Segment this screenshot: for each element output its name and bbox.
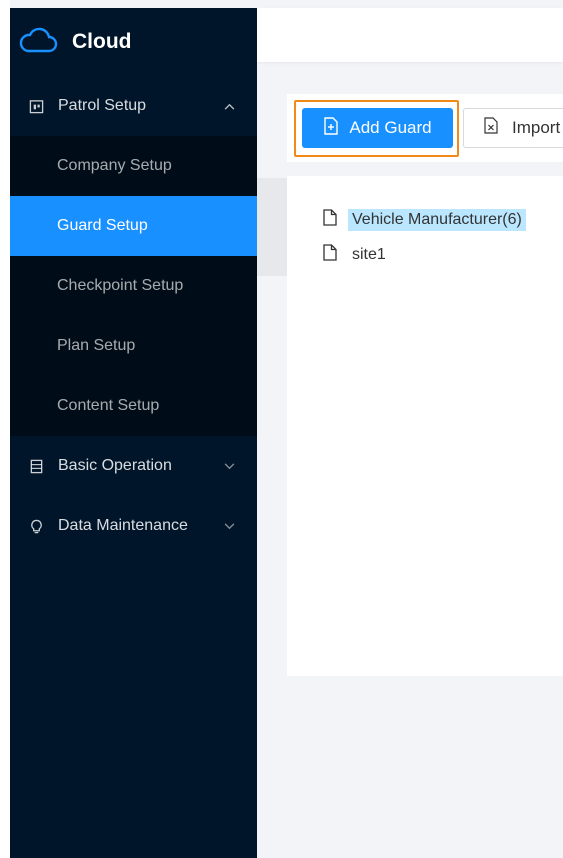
submenu-patrol-setup: Company Setup Guard Setup Checkpoint Set…	[10, 136, 257, 436]
menu-group-basic-operation: Basic Operation	[10, 436, 257, 496]
add-guard-button[interactable]: Add Guard	[302, 108, 453, 148]
menu-label: Basic Operation	[58, 457, 172, 474]
tree-node[interactable]: Vehicle Manufacturer(6)	[323, 209, 526, 231]
file-icon	[323, 209, 348, 231]
sidebar-item-label: Checkpoint Setup	[57, 277, 184, 294]
sidebar-item-content-setup[interactable]: Content Setup	[10, 376, 257, 436]
import-label: Import	[512, 118, 561, 137]
tree-node-label: Vehicle Manufacturer(6)	[348, 209, 526, 231]
menu-data-maintenance[interactable]: Data Maintenance	[10, 496, 257, 556]
excel-file-icon	[484, 117, 512, 139]
logo[interactable]: Cloud	[10, 8, 257, 76]
menu-label: Data Maintenance	[58, 517, 188, 534]
database-icon	[28, 458, 44, 474]
sidebar-item-company-setup[interactable]: Company Setup	[10, 136, 257, 196]
chevron-down-icon	[224, 519, 235, 533]
file-icon	[323, 244, 348, 266]
chevron-down-icon	[224, 459, 235, 473]
menu-group-data-maintenance: Data Maintenance	[10, 496, 257, 556]
calendar-icon	[28, 98, 44, 114]
bulb-icon	[28, 518, 44, 534]
left-margin	[0, 0, 10, 858]
add-guard-label: Add Guard	[349, 118, 432, 137]
tree-panel: Vehicle Manufacturer(6) site1	[287, 176, 563, 676]
cloud-icon	[18, 25, 58, 60]
menu-label: Patrol Setup	[58, 97, 147, 114]
sidebar-item-checkpoint-setup[interactable]: Checkpoint Setup	[10, 256, 257, 316]
menu-group-patrol-setup: Patrol Setup Company Setup Guard Setup C…	[10, 76, 257, 436]
sidebar: Cloud Patrol Setup Company Setup Guard S…	[10, 8, 257, 858]
top-header	[257, 8, 563, 62]
sidebar-item-plan-setup[interactable]: Plan Setup	[10, 316, 257, 376]
import-button[interactable]: Import	[463, 108, 563, 148]
add-file-icon	[323, 116, 349, 140]
tree-node[interactable]: site1	[323, 244, 390, 266]
sidebar-item-label: Plan Setup	[57, 337, 136, 354]
sidebar-item-guard-setup[interactable]: Guard Setup	[10, 196, 257, 256]
app-title: Cloud	[72, 30, 132, 53]
sidebar-item-label: Company Setup	[57, 157, 172, 174]
menu-patrol-setup[interactable]: Patrol Setup	[10, 76, 257, 136]
tree-node-label: site1	[352, 246, 386, 263]
chevron-up-icon	[224, 99, 235, 113]
sidebar-item-label: Guard Setup	[57, 217, 148, 234]
sidebar-item-label: Content Setup	[57, 397, 160, 414]
menu-basic-operation[interactable]: Basic Operation	[10, 436, 257, 496]
